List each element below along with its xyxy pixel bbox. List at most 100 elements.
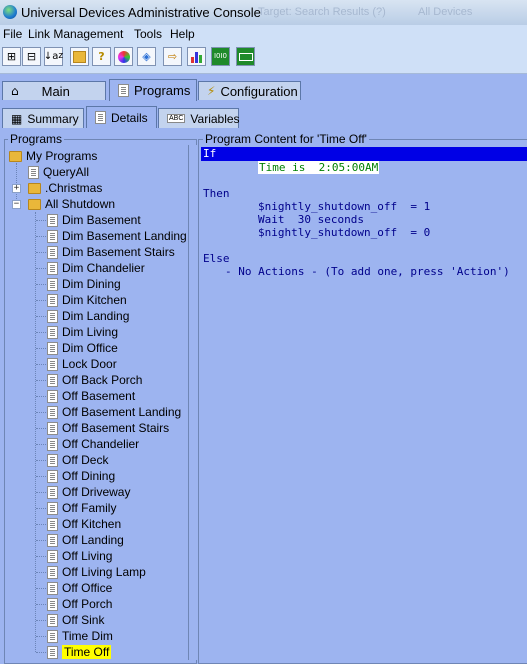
tree-item-label: Dim Basement — [62, 213, 141, 227]
tree-item-label: Off Basement Landing — [62, 405, 182, 419]
program-icon — [47, 325, 58, 339]
tree-item-label: Dim Chandelier — [62, 261, 145, 275]
tree-guide — [36, 364, 46, 365]
tree-item-queryall[interactable]: QueryAll — [28, 164, 89, 180]
tree-item-program[interactable]: Off Driveway — [47, 484, 130, 500]
tree-item-program[interactable]: Lock Door — [47, 356, 117, 372]
tree-item-program[interactable]: Time Dim — [47, 628, 113, 644]
move-icon[interactable]: ⇨ — [163, 47, 182, 66]
tree-item-label: Off Dining — [62, 469, 116, 483]
tree-item-program[interactable]: Off Office — [47, 580, 112, 596]
menu-tools[interactable]: Tools — [134, 27, 162, 41]
else-label[interactable]: Else — [203, 252, 230, 265]
tree-item-program[interactable]: Dim Chandelier — [47, 260, 145, 276]
tree-guide — [36, 348, 46, 349]
tree-item-program[interactable]: Off Basement — [47, 388, 135, 404]
program-icon — [47, 421, 58, 435]
tree-guide — [36, 460, 46, 461]
tree-item-program[interactable]: Off Kitchen — [47, 516, 121, 532]
tree-guide — [36, 604, 46, 605]
tree-item-label: Off Living Lamp — [62, 565, 146, 579]
color-icon[interactable] — [114, 47, 133, 66]
tree-item-program[interactable]: Off Sink — [47, 612, 104, 628]
collapse-all-icon[interactable]: ⊟ — [22, 47, 41, 66]
tree-item-label: Lock Door — [62, 357, 117, 371]
tree-item-program[interactable]: Off Basement Landing — [47, 404, 181, 420]
tab-summary[interactable]: ▦ Summary — [2, 108, 84, 128]
if-line[interactable]: If — [201, 147, 527, 161]
tree-item-program[interactable]: Off Dining — [47, 468, 115, 484]
condition-line[interactable]: Time is 2:05:00AM — [258, 161, 380, 174]
tree-guide — [36, 492, 46, 493]
tree-item-program[interactable]: Dim Landing — [47, 308, 129, 324]
folder-icon[interactable] — [70, 47, 89, 66]
io-icon[interactable]: I0I0 — [211, 47, 230, 66]
tree-guide — [36, 588, 46, 589]
tree-item-program[interactable]: Off Landing — [47, 532, 124, 548]
expand-icon[interactable]: + — [12, 184, 21, 193]
tree-item-program[interactable]: Dim Basement Stairs — [47, 244, 175, 260]
tree-item-label: Off Sink — [62, 613, 105, 627]
sort-az-icon[interactable]: ↓a z — [44, 47, 63, 66]
tree-item-program[interactable]: Off Chandelier — [47, 436, 139, 452]
tree-guide — [36, 380, 46, 381]
tree-item-program[interactable]: Dim Dining — [47, 276, 121, 292]
tree-item-program[interactable]: Off Family — [47, 500, 116, 516]
title-bar: Universal Devices Administrative Console… — [0, 0, 527, 26]
then-action-2[interactable]: Wait 30 seconds — [258, 213, 364, 226]
tree-item-label: Time Dim — [62, 629, 113, 643]
tab-programs-label: Programs — [134, 83, 191, 98]
tab-variables[interactable]: ABC Variables — [158, 108, 240, 128]
tree-item-program[interactable]: Off Deck — [47, 452, 108, 468]
link-icon[interactable] — [236, 47, 255, 66]
tree-item-program[interactable]: Off Back Porch — [47, 372, 142, 388]
tree-guide — [36, 652, 46, 653]
io-glyph: I0I0 — [213, 52, 228, 60]
tree-item-program[interactable]: Dim Office — [47, 340, 118, 356]
tree-item-label: Off Family — [62, 501, 117, 515]
tree-guide — [36, 556, 46, 557]
tree-scrollbar[interactable] — [188, 145, 198, 660]
toolbar: ⊞ ⊟ ↓a z ? ◈ ⇨ I0I0 — [0, 43, 527, 74]
scene-icon[interactable]: ◈ — [137, 47, 156, 66]
then-action-1[interactable]: $nightly_shutdown_off = 1 — [258, 200, 430, 213]
tree-item-label: Dim Office — [62, 341, 118, 355]
menu-link-management[interactable]: Link Management — [28, 27, 123, 41]
tab-details[interactable]: Details — [86, 106, 157, 128]
tree-item-label: Off Living — [62, 549, 113, 563]
tree-item-program[interactable]: Dim Basement — [47, 212, 141, 228]
collapse-icon[interactable]: − — [12, 200, 21, 209]
tree-item-program[interactable]: Off Basement Stairs — [47, 420, 169, 436]
tree-item-program[interactable]: Time Off — [47, 644, 112, 660]
tree-item-program[interactable]: Off Porch — [47, 596, 112, 612]
program-icon — [47, 613, 58, 627]
tree-item-program[interactable]: Off Living Lamp — [47, 564, 146, 580]
chart-icon[interactable] — [187, 47, 206, 66]
tree-folder-christmas[interactable]: .Christmas — [28, 180, 102, 196]
tree-item-program[interactable]: Dim Kitchen — [47, 292, 127, 308]
program-doc-icon — [118, 84, 129, 97]
program-icon — [47, 245, 58, 259]
tree-item-program[interactable]: Dim Living — [47, 324, 118, 340]
details-doc-icon — [95, 111, 106, 124]
expand-all-icon[interactable]: ⊞ — [2, 47, 21, 66]
menu-help[interactable]: Help — [170, 27, 195, 41]
help-icon[interactable]: ? — [92, 47, 111, 66]
tree-guide — [36, 220, 46, 221]
tree-folder-all-shutdown[interactable]: All Shutdown — [28, 196, 115, 212]
tab-programs[interactable]: Programs — [109, 79, 197, 101]
tree-guide — [36, 540, 46, 541]
then-action-3[interactable]: $nightly_shutdown_off = 0 — [258, 226, 430, 239]
then-label[interactable]: Then — [203, 187, 230, 200]
program-icon — [47, 389, 58, 403]
tree-guide — [35, 212, 36, 652]
tab-main[interactable]: ⌂ Main — [2, 81, 106, 100]
tree-guide — [36, 572, 46, 573]
tree-item-program[interactable]: Dim Basement Landing — [47, 228, 187, 244]
tree-item-program[interactable]: Off Living — [47, 548, 112, 564]
else-action[interactable]: - No Actions - (To add one, press 'Actio… — [225, 265, 510, 278]
tree-item-label: Dim Living — [62, 325, 119, 339]
tree-root[interactable]: My Programs — [9, 148, 97, 164]
menu-file[interactable]: File — [3, 27, 22, 41]
tab-configuration[interactable]: ⚡ Configuration — [198, 81, 301, 100]
